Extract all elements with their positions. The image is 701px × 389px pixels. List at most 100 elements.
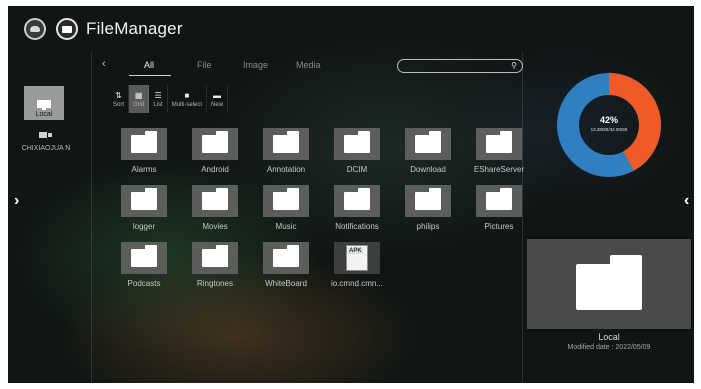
grid-item[interactable]: APK io.cmnd.cmn... xyxy=(322,242,392,297)
folder-tile xyxy=(121,242,167,274)
search-icon[interactable]: ⚲ xyxy=(511,61,517,70)
search-box: ⚲ xyxy=(397,59,523,73)
item-name: Android xyxy=(201,165,229,174)
item-name: io.cmnd.cmn... xyxy=(330,279,383,288)
grid-item[interactable]: logger xyxy=(109,185,179,240)
new-label: New xyxy=(211,102,224,108)
item-name: Download xyxy=(410,165,446,174)
folder-tile xyxy=(192,128,238,160)
item-name: Podcasts xyxy=(127,279,161,288)
list-button[interactable]: ☰ List xyxy=(149,85,168,113)
home-button[interactable] xyxy=(24,18,46,40)
folder-tile xyxy=(405,185,451,217)
multi-select-button[interactable]: ■ Multi-select xyxy=(168,85,208,113)
view-toolbar: ⇅ Sort ▦ Grid ☰ List ■ Multi-select ▬ Ne… xyxy=(109,85,229,113)
file-browser: ‹ All File Image Media ⚲ ⇅ Sort ▦ Grid ☰… xyxy=(93,52,524,383)
preview-name: Local xyxy=(598,332,620,342)
grid-label: Grid xyxy=(133,102,145,108)
folder-tile xyxy=(263,242,309,274)
item-name: philips xyxy=(416,222,440,231)
app-logo xyxy=(56,18,78,40)
device-local[interactable]: Local xyxy=(24,86,64,120)
details-pane: 42% 13.38GB/32.00GB ‹ Local Modified dat… xyxy=(524,52,694,383)
storage-detail: 13.38GB/32.00GB xyxy=(590,127,628,132)
grid-item[interactable]: Notifications xyxy=(322,185,392,240)
grid-item[interactable]: Android xyxy=(180,128,250,183)
item-name: WhiteBoard xyxy=(265,279,307,288)
device-remote-label: CHIXIAOJUA N xyxy=(21,145,71,152)
folder-tile xyxy=(334,185,380,217)
apk-badge: APK xyxy=(348,248,363,254)
preview-folder-icon xyxy=(576,255,642,310)
item-name: Ringtones xyxy=(196,279,234,288)
folder-icon xyxy=(131,188,157,210)
remote-device-icon xyxy=(39,132,52,138)
folder-icon xyxy=(273,188,299,210)
grid-item[interactable]: Download xyxy=(393,128,463,183)
folder-logo-icon xyxy=(62,25,72,33)
sort-label: Sort xyxy=(113,102,125,108)
folder-tile xyxy=(121,185,167,217)
item-name: Alarms xyxy=(131,165,157,174)
folder-icon xyxy=(415,188,441,210)
folder-tile xyxy=(263,185,309,217)
new-button[interactable]: ▬ New xyxy=(207,85,229,113)
multi-select-label: Multi-select xyxy=(171,102,203,108)
tab-all[interactable]: All xyxy=(144,60,154,70)
folder-icon xyxy=(273,131,299,153)
item-name: Movies xyxy=(202,222,228,231)
grid-item[interactable]: philips xyxy=(393,185,463,240)
list-label: List xyxy=(153,102,163,108)
active-tab-underline xyxy=(129,75,171,76)
tab-file[interactable]: File xyxy=(197,60,212,70)
folder-icon xyxy=(131,131,157,153)
folder-tile xyxy=(192,242,238,274)
folder-icon xyxy=(273,245,299,267)
grid-item[interactable]: Podcasts xyxy=(109,242,179,297)
storage-donut-chart: 42% 13.38GB/32.00GB xyxy=(556,72,662,178)
grid-button[interactable]: ▦ Grid xyxy=(129,85,150,113)
tab-bar: ‹ All File Image Media ⚲ xyxy=(93,56,523,76)
folder-icon xyxy=(344,188,370,210)
grid-item[interactable]: Music xyxy=(251,185,321,240)
storage-percent: 42% xyxy=(599,115,618,125)
folder-tile xyxy=(476,128,522,160)
cloud-icon xyxy=(30,26,40,32)
folder-tile xyxy=(405,128,451,160)
item-name: logger xyxy=(132,222,156,231)
tab-media[interactable]: Media xyxy=(296,60,321,70)
folder-icon xyxy=(415,131,441,153)
folder-icon xyxy=(486,188,512,210)
preview-modified-date: Modified date : 2022/05/09 xyxy=(567,344,651,351)
back-chevron-icon[interactable]: ‹ xyxy=(102,58,106,70)
apk-tile: APK xyxy=(334,242,380,274)
list-icon: ☰ xyxy=(154,91,162,100)
item-name: Notifications xyxy=(335,222,379,231)
grid-item[interactable]: Movies xyxy=(180,185,250,240)
grid-item[interactable]: Annotation xyxy=(251,128,321,183)
tab-image[interactable]: Image xyxy=(243,60,268,70)
folder-tile xyxy=(192,185,238,217)
item-name: DCIM xyxy=(346,165,368,174)
new-folder-icon: ▬ xyxy=(213,91,222,100)
search-input[interactable] xyxy=(404,61,504,71)
sort-button[interactable]: ⇅ Sort xyxy=(109,85,130,113)
folder-icon xyxy=(202,188,228,210)
sort-icon: ⇅ xyxy=(115,91,122,100)
grid-item[interactable]: Alarms xyxy=(109,128,179,183)
folder-icon xyxy=(486,131,512,153)
chevron-right-icon[interactable]: › xyxy=(14,192,19,210)
multi-select-icon: ■ xyxy=(184,91,190,100)
device-sidebar: Local CHIXIAOJUA N › xyxy=(8,52,92,383)
file-manager-screen: FileManager Local CHIXIAOJUA N › ‹ All F… xyxy=(8,6,694,383)
folder-tile xyxy=(334,128,380,160)
app-title: FileManager xyxy=(86,19,183,38)
grid-item[interactable]: WhiteBoard xyxy=(251,242,321,297)
grid-item[interactable]: Ringtones xyxy=(180,242,250,297)
folder-tile xyxy=(121,128,167,160)
chevron-left-icon[interactable]: ‹ xyxy=(684,192,689,210)
top-bar: FileManager xyxy=(8,6,694,52)
grid-item[interactable]: DCIM xyxy=(322,128,392,183)
folder-icon xyxy=(202,131,228,153)
device-remote[interactable]: CHIXIAOJUA N xyxy=(18,126,74,153)
